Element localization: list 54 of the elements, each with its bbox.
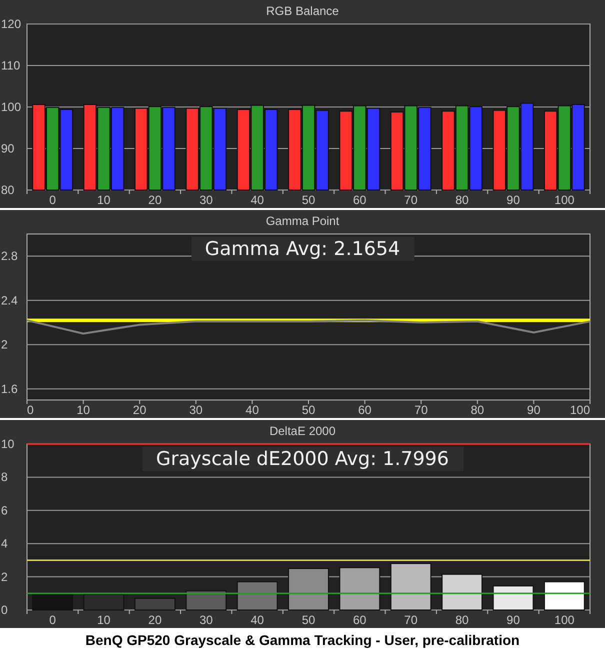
tick-label: 30: [199, 193, 213, 207]
tick-label: 20: [148, 193, 162, 207]
tick-label: 4: [1, 536, 8, 551]
tick-label: 60: [353, 613, 366, 627]
tick-label: 10: [1, 437, 14, 451]
tick-label: 100: [1, 100, 22, 114]
tick-label: 70: [404, 613, 418, 627]
tick-label: 50: [302, 403, 316, 417]
tick-label: 30: [189, 403, 203, 417]
tick-label: 80: [470, 403, 484, 417]
tick-label: 110: [1, 58, 20, 72]
average-label: Grayscale dE2000 Avg: 1.7996: [142, 447, 463, 471]
average-label: Gamma Avg: 2.1654: [190, 237, 414, 261]
tick-label: 80: [455, 193, 469, 207]
caption: BenQ GP520 Grayscale & Gamma Tracking - User, pre-calibration: [84, 631, 521, 650]
tick-label: 1.6: [1, 382, 18, 396]
tick-label: 2.4: [1, 293, 18, 308]
tick-label: 2: [1, 338, 8, 352]
chart-title: RGB Balance: [266, 4, 339, 18]
chart-title: Gamma Point: [266, 214, 340, 228]
tick-label: 10: [97, 613, 110, 627]
tick-label: 20: [132, 403, 146, 417]
tick-label: 60: [358, 403, 372, 417]
tick-label: 40: [250, 613, 264, 627]
tick-label: 60: [353, 193, 366, 207]
tick-label: 90: [506, 613, 520, 627]
tick-label: 100: [554, 193, 574, 207]
tick-label: 10: [76, 403, 90, 417]
tick-label: 2.8: [1, 249, 18, 264]
tick-label: 70: [414, 403, 428, 417]
tick-label: 90: [506, 193, 520, 207]
tick-label: 2: [1, 570, 8, 584]
tick-label: 0: [27, 403, 34, 417]
tick-label: 70: [404, 193, 418, 207]
tick-label: 80: [455, 613, 469, 627]
tick-label: 80: [1, 183, 14, 197]
tick-label: 8: [1, 470, 8, 484]
tick-label: 20: [148, 613, 162, 627]
tick-label: 100: [570, 403, 590, 417]
tick-label: 90: [527, 403, 540, 417]
tick-label: 30: [199, 613, 213, 627]
tick-label: 120: [1, 17, 22, 31]
tick-label: 50: [302, 613, 316, 627]
tick-label: 100: [554, 613, 574, 627]
tick-label: 10: [97, 193, 110, 207]
tick-label: 0: [1, 603, 8, 617]
tick-label: 40: [246, 403, 259, 417]
tick-label: 0: [49, 193, 56, 207]
tick-label: 90: [1, 142, 14, 156]
tick-label: 40: [250, 193, 264, 207]
chart-title: DeltaE 2000: [269, 424, 336, 438]
tick-label: 6: [1, 503, 8, 518]
tick-label: 50: [302, 193, 316, 207]
tick-label: 0: [49, 613, 56, 627]
